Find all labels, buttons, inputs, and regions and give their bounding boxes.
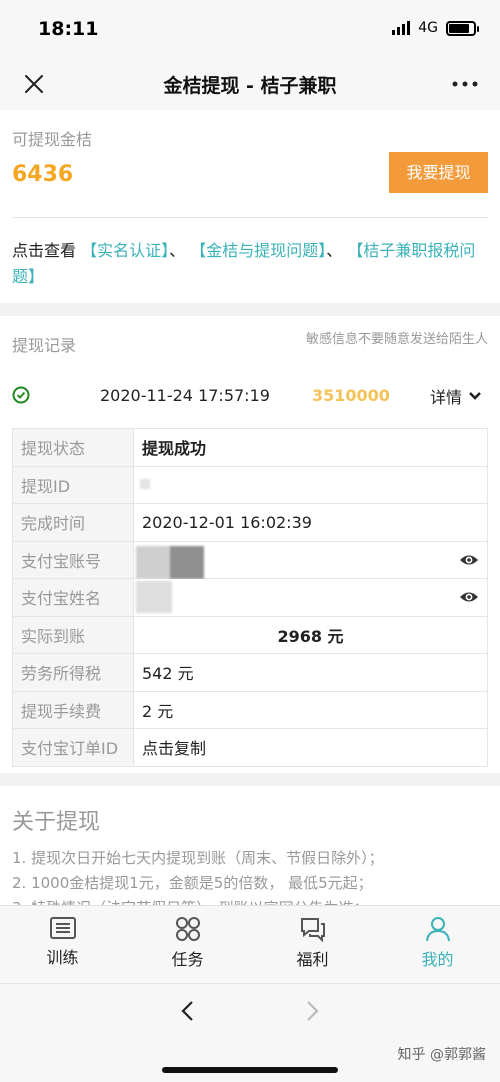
detail-value-redacted	[133, 578, 488, 617]
balance-value: 6436	[12, 162, 74, 187]
detail-value: 2968 元	[133, 615, 488, 654]
list-item: 3. 特殊情况（法定节假日等），到账以官网公告为准；	[12, 896, 384, 905]
detail-key: 提现状态	[12, 428, 134, 467]
list-item: 1. 提现次日开始七天内提现到账（周末、节假日除外）；	[12, 849, 384, 867]
details-toggle[interactable]: 详情	[430, 384, 482, 408]
tab-mine[interactable]: 我的	[375, 906, 500, 984]
grid-icon	[175, 917, 200, 941]
withdraw-button[interactable]: 我要提现	[389, 152, 488, 193]
detail-key: 支付宝姓名	[12, 578, 134, 617]
balance-label: 可提现金桔	[12, 130, 93, 149]
chevron-down-icon	[469, 392, 481, 400]
records-title: 提现记录	[12, 336, 77, 355]
eye-icon[interactable]	[459, 589, 479, 605]
back-arrow-icon[interactable]	[176, 999, 200, 1023]
signal-icon	[392, 21, 411, 35]
table-row: 支付宝订单ID 点击复制	[12, 728, 488, 767]
status-time: 18:11	[38, 18, 99, 40]
table-row: 提现状态 提现成功	[12, 428, 488, 467]
detail-value-redacted	[133, 465, 488, 504]
table-row: 提现ID	[12, 465, 488, 504]
tab-label: 福利	[296, 950, 329, 969]
detail-key: 劳务所得税	[12, 653, 134, 692]
detail-value-redacted	[133, 540, 488, 579]
list-icon	[49, 917, 76, 939]
browser-toolbar: 知乎 @郭郭酱	[0, 983, 500, 1082]
table-row: 支付宝姓名	[12, 578, 488, 617]
more-icon[interactable]	[450, 72, 480, 96]
status-bar: 18:11 4G	[0, 0, 500, 58]
watermark: 知乎 @郭郭酱	[397, 1047, 486, 1063]
details-label: 详情	[430, 388, 463, 407]
battery-icon	[446, 20, 479, 36]
detail-value: 2020-12-01 16:02:39	[133, 503, 488, 542]
about-list: 1. 提现次日开始七天内提现到账（周末、节假日除外）； 2. 1000金桔提现1…	[12, 846, 384, 905]
detail-key: 提现手续费	[12, 690, 134, 729]
table-row: 支付宝账号	[12, 540, 488, 579]
link-real-name[interactable]: 【实名认证】	[81, 241, 169, 260]
detail-key: 提现ID	[12, 465, 134, 504]
list-item: 2. 1000金桔提现1元，金额是5的倍数， 最低5元起；	[12, 874, 373, 892]
table-row: 完成时间 2020-12-01 16:02:39	[12, 503, 488, 542]
detail-key: 支付宝订单ID	[12, 728, 134, 767]
separator: 、	[326, 241, 343, 260]
copy-order-id-link[interactable]: 点击复制	[133, 728, 488, 767]
forward-arrow-icon[interactable]	[300, 999, 324, 1023]
detail-value: 542 元	[133, 653, 488, 692]
record-amount: 3510000	[312, 386, 390, 405]
help-links: 点击查看 【实名认证】、 【金桔与提现问题】、 【桔子兼职报税问题】	[12, 238, 490, 290]
redacted-block	[136, 545, 204, 579]
nav-bar: 金桔提现 - 桔子兼职	[0, 58, 500, 110]
detail-value: 提现成功	[133, 428, 488, 467]
chat-bubbles-icon	[300, 918, 325, 942]
privacy-warning: 敏感信息不要随意发送给陌生人	[305, 332, 488, 347]
home-indicator	[162, 1067, 338, 1073]
tab-label: 训练	[46, 948, 79, 967]
tab-label: 任务	[171, 950, 204, 969]
tab-bar: 训练 任务 福利 我的	[0, 905, 500, 983]
separator: 、	[169, 241, 186, 260]
check-circle-icon	[12, 386, 30, 404]
records-card: 提现记录 敏感信息不要随意发送给陌生人 2020-11-24 17:57:19 …	[0, 316, 500, 773]
detail-key: 支付宝账号	[12, 540, 134, 579]
link-withdraw-faq[interactable]: 【金桔与提现问题】	[190, 241, 326, 260]
help-prefix: 点击查看	[12, 241, 77, 260]
tab-label: 我的	[421, 950, 454, 969]
table-row: 实际到账 2968 元	[12, 615, 488, 654]
record-date: 2020-11-24 17:57:19	[100, 386, 270, 405]
page-title: 金桔提现 - 桔子兼职	[163, 75, 337, 97]
tab-training[interactable]: 训练	[0, 906, 125, 984]
table-row: 提现手续费 2 元	[12, 690, 488, 729]
table-row: 劳务所得税 542 元	[12, 653, 488, 692]
user-icon	[425, 917, 450, 942]
about-card: 关于提现 1. 提现次日开始七天内提现到账（周末、节假日除外）； 2. 1000…	[0, 786, 500, 905]
eye-icon[interactable]	[459, 552, 479, 568]
detail-key: 完成时间	[12, 503, 134, 542]
detail-value: 2 元	[133, 690, 488, 729]
about-title: 关于提现	[12, 810, 101, 835]
details-table: 提现状态 提现成功 提现ID 完成时间 2020-12-01 16:02:39 …	[12, 428, 488, 767]
detail-key: 实际到账	[12, 615, 134, 654]
divider	[12, 217, 488, 218]
status-indicators: 4G	[392, 20, 479, 36]
tab-tasks[interactable]: 任务	[125, 906, 250, 984]
redacted-block	[136, 581, 172, 613]
balance-card: 可提现金桔 6436 我要提现 点击查看 【实名认证】、 【金桔与提现问题】、 …	[0, 110, 500, 303]
network-label: 4G	[418, 20, 438, 36]
tab-benefits[interactable]: 福利	[250, 906, 375, 984]
record-row[interactable]: 2020-11-24 17:57:19 3510000 详情	[0, 376, 500, 420]
redacted-block	[140, 478, 150, 489]
